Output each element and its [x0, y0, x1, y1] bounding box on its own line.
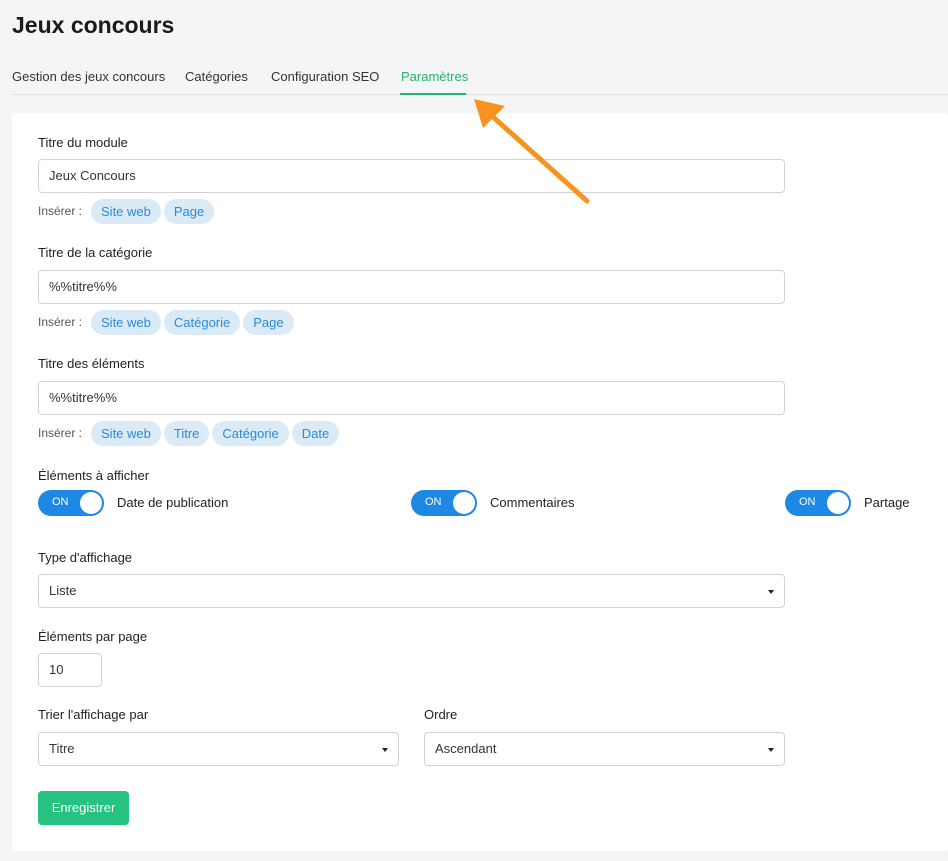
arrow-annotation-icon — [474, 99, 590, 204]
